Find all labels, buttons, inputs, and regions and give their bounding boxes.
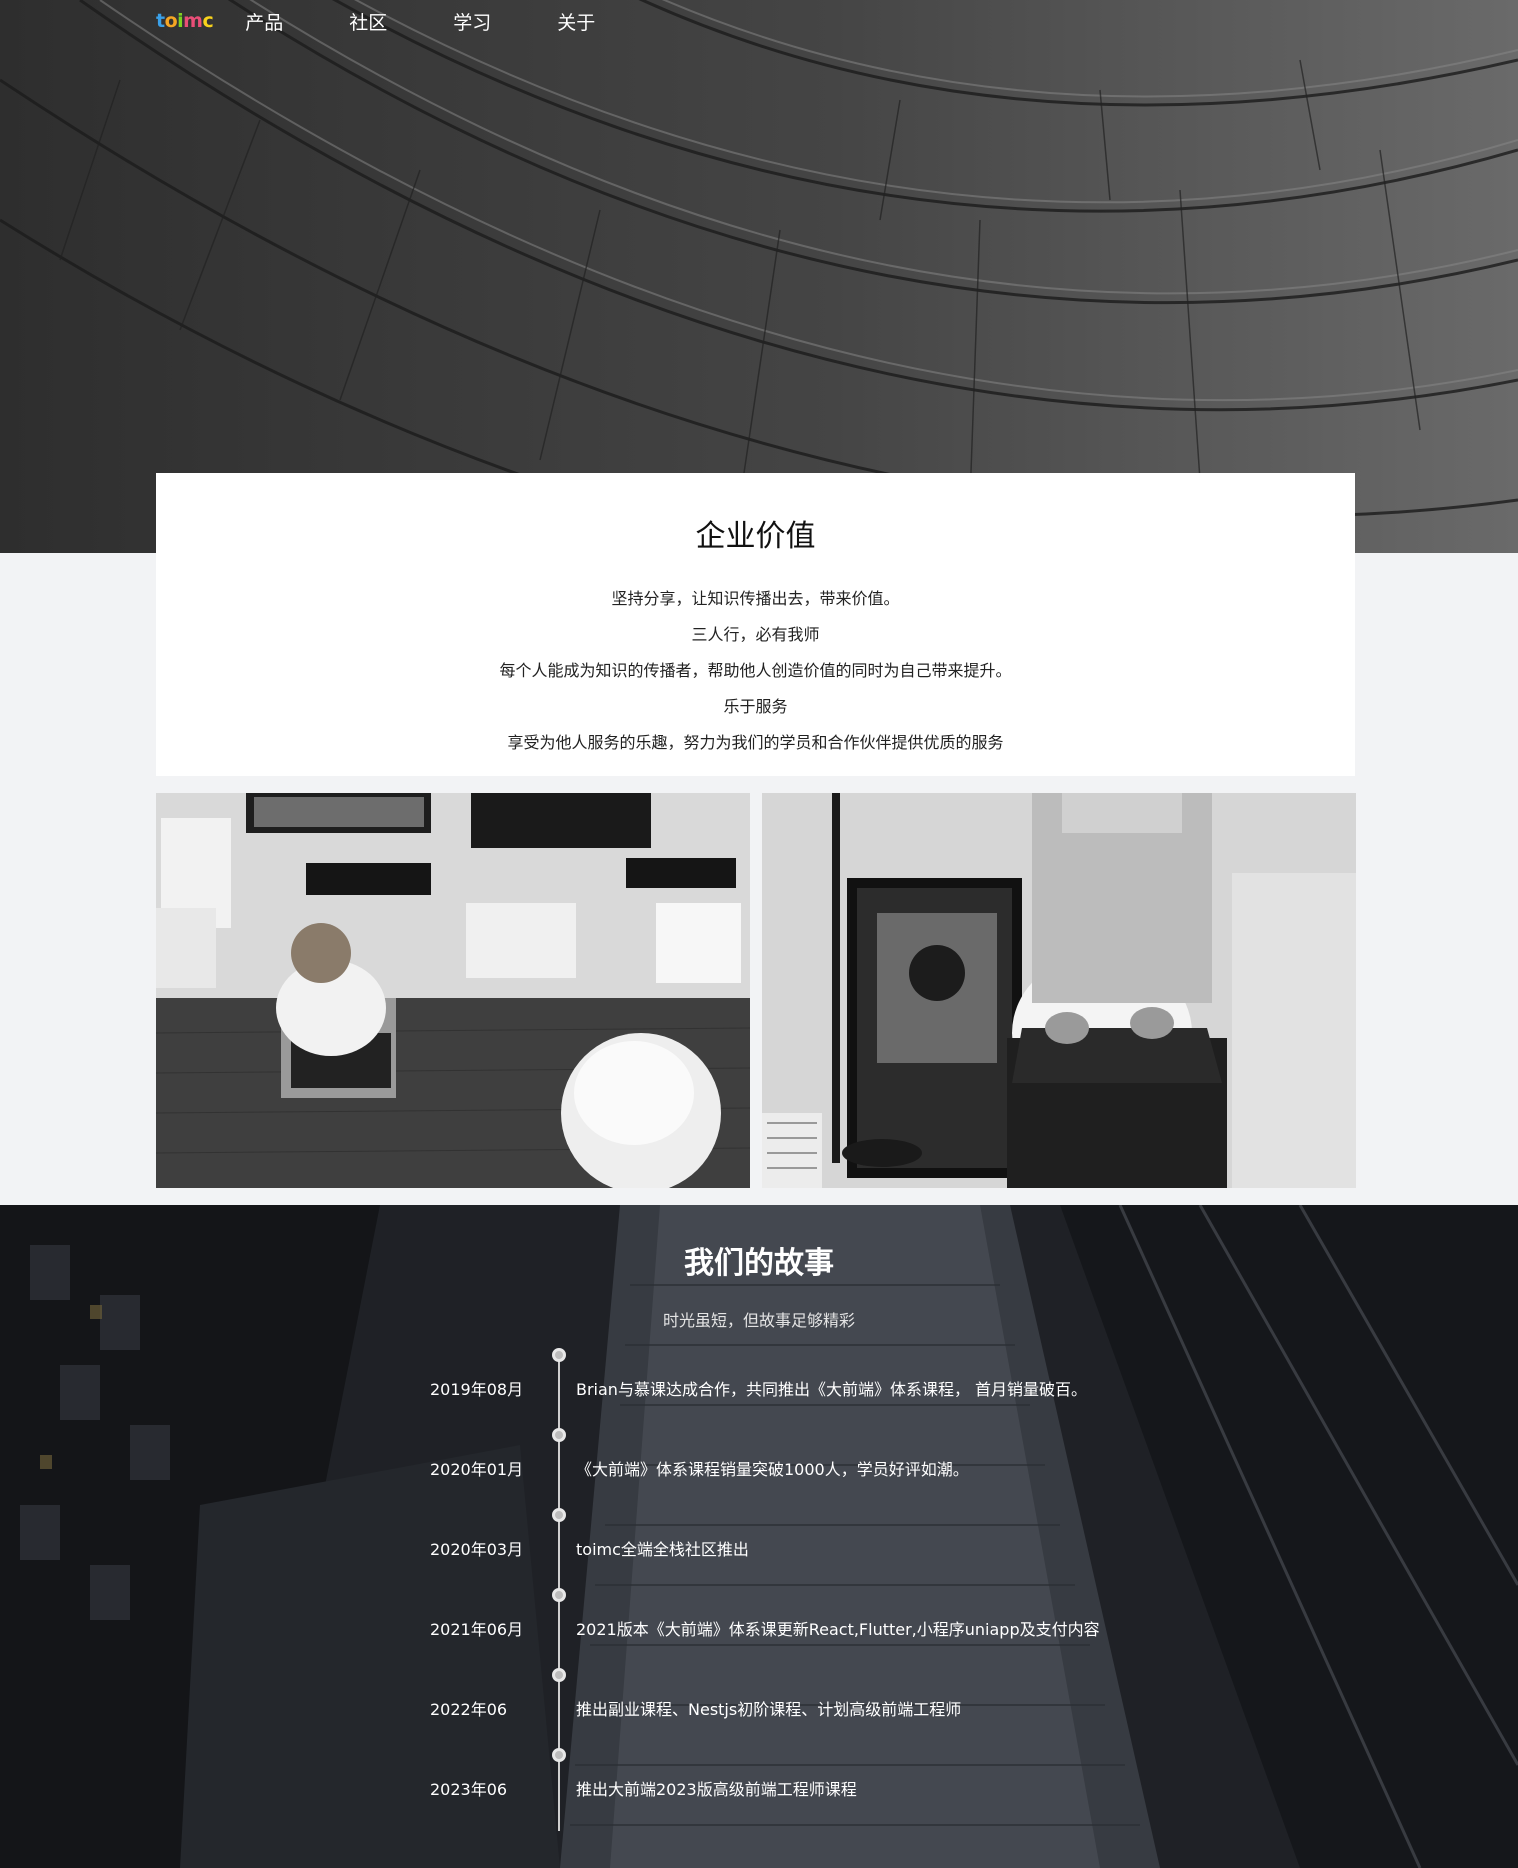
toimc-logo[interactable]: toimc [156,10,214,32]
timeline-item: 2019年08月 Brian与慕课达成合作，共同推出《大前端》体系课程， 首月销… [0,1348,1518,1405]
timeline-dot-icon [552,1588,566,1602]
nav-item-products[interactable]: 产品 [245,8,349,35]
laptop-person-photo [762,793,1356,1188]
timeline-item: 2023年06 推出大前端2023版高级前端工程师课程 [0,1748,1518,1805]
values-line: 每个人能成为知识的传播者，帮助他人创造价值的同时为自己带来提升。 [499,661,1012,680]
timeline-date: 2020年03月 [430,1540,524,1559]
timeline-item: 2020年03月 toimc全端全栈社区推出 [0,1508,1518,1565]
timeline-date: 2023年06 [430,1780,508,1799]
timeline-text: toimc全端全栈社区推出 [576,1540,749,1559]
nav-item-community[interactable]: 社区 [349,8,453,35]
timeline-text: 2021版本《大前端》体系课更新React,Flutter,小程序uniapp及… [576,1620,1100,1639]
hero-banner: toimc 产品 社区 学习 关于 [0,0,1518,553]
timeline-text: 推出大前端2023版高级前端工程师课程 [576,1780,857,1799]
our-story-section: 我们的故事 时光虽短，但故事足够精彩 2019年08月 Brian与慕课达成合作… [0,1205,1518,1868]
timeline-dot-icon [552,1508,566,1522]
timeline-item: 2022年06 推出副业课程、Nestjs初阶课程、计划高级前端工程师 [0,1668,1518,1725]
values-line: 乐于服务 [723,697,788,716]
nav-item-learn[interactable]: 学习 [453,8,557,35]
timeline-dot-icon [552,1348,566,1362]
values-line: 三人行，必有我师 [691,625,820,644]
story-subtitle: 时光虽短，但故事足够精彩 [662,1311,855,1330]
hero-architecture-image [0,0,1518,553]
timeline-dot-icon [552,1748,566,1762]
logo-letter: c [202,10,214,32]
values-line: 享受为他人服务的乐趣，努力为我们的学员和合作伙伴提供优质的服务 [507,733,1004,752]
timeline-text: 《大前端》体系课程销量突破1000人，学员好评如潮。 [576,1460,969,1479]
logo-letter: o [164,10,178,32]
logo-letter: m [183,10,203,32]
values-list: 坚持分享，让知识传播出去，带来价值。 三人行，必有我师 每个人能成为知识的传播者… [156,581,1355,761]
timeline-dot-icon [552,1668,566,1682]
nav-item-about[interactable]: 关于 [557,8,661,35]
timeline-date: 2020年01月 [430,1460,524,1479]
values-line: 坚持分享，让知识传播出去，带来价值。 [611,589,900,608]
company-values-card: 企业价值 坚持分享，让知识传播出去，带来价值。 三人行，必有我师 每个人能成为知… [156,473,1355,776]
timeline-text: Brian与慕课达成合作，共同推出《大前端》体系课程， 首月销量破百。 [576,1380,1088,1399]
timeline-item: 2021年06月 2021版本《大前端》体系课更新React,Flutter,小… [0,1588,1518,1645]
timeline-date: 2022年06 [430,1700,508,1719]
office-desk-photo [156,793,750,1188]
timeline-item: 2020年01月 《大前端》体系课程销量突破1000人，学员好评如潮。 [0,1428,1518,1485]
story-title: 我们的故事 [684,1246,834,1281]
top-nav: toimc 产品 社区 学习 关于 [156,0,661,42]
timeline-dot-icon [552,1428,566,1442]
timeline-date: 2019年08月 [430,1380,524,1399]
timeline-date: 2021年06月 [430,1620,524,1639]
logo-letter: t [156,10,165,32]
values-title: 企业价值 [695,519,816,554]
timeline-text: 推出副业课程、Nestjs初阶课程、计划高级前端工程师 [576,1700,962,1719]
